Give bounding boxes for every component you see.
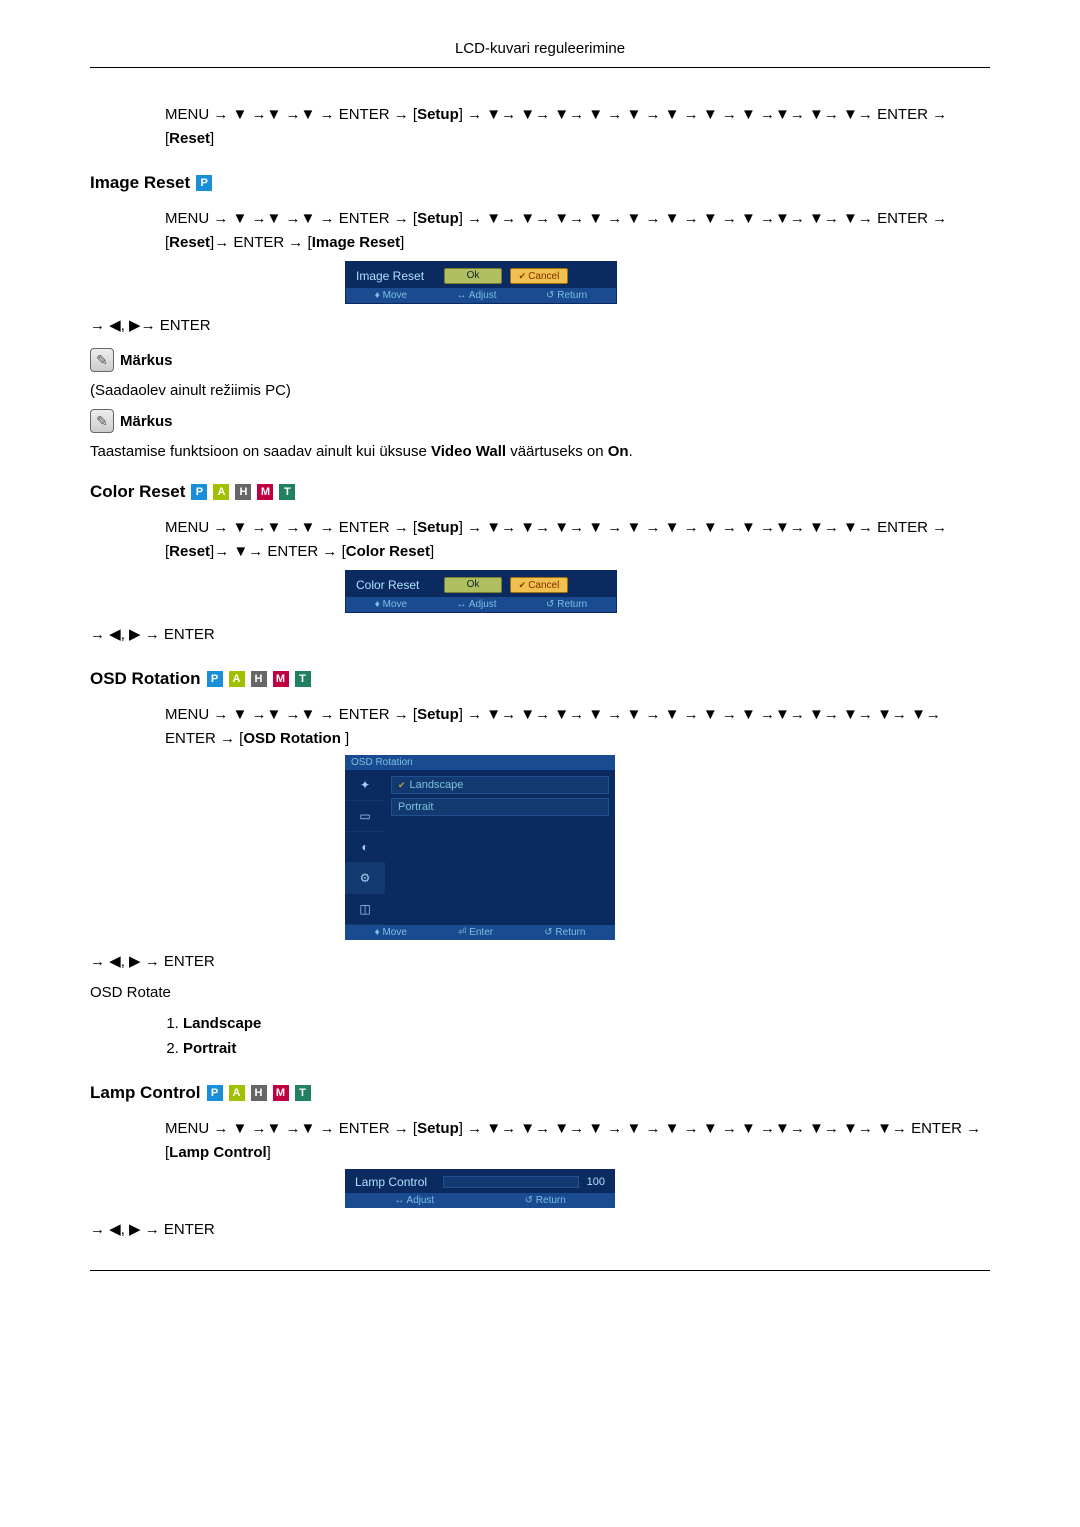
- osd-footer-return: ↺ Return: [525, 1195, 566, 1206]
- note-label: Märkus: [120, 352, 173, 369]
- osd-slider-track[interactable]: [443, 1176, 579, 1188]
- badge-a-icon: A: [229, 671, 245, 687]
- section-color-reset: Color Reset P A H M T: [90, 482, 990, 502]
- osd-rotation-path: MENU → ▼ →▼ →▼ → ENTER → [Setup] → ▼→ ▼→…: [165, 703, 990, 751]
- osd-ok-button[interactable]: Ok: [444, 577, 502, 593]
- image-reset-enter: → ◀, ▶→ ENTER: [90, 314, 990, 338]
- badge-h-icon: H: [251, 671, 267, 687]
- osd-footer-enter: ⏎ Enter: [458, 927, 493, 938]
- menu-tab-icon[interactable]: ◐: [345, 832, 385, 863]
- footer-divider: [90, 1270, 990, 1271]
- badge-t-icon: T: [295, 1085, 311, 1101]
- osd-rotate-label: OSD Rotate: [90, 984, 990, 1001]
- osd-footer-adjust: ↔ Adjust: [457, 290, 497, 301]
- osd-option-landscape[interactable]: ✔Landscape: [391, 776, 609, 794]
- badge-m-icon: M: [257, 484, 273, 500]
- osd-image-reset-dialog: Image Reset Ok ✔Cancel ♦ Move ↔ Adjust ↺…: [345, 261, 617, 304]
- badge-p-icon: P: [196, 175, 212, 191]
- badge-h-icon: H: [235, 484, 251, 500]
- badge-p-icon: P: [207, 671, 223, 687]
- menu-tab-icon[interactable]: ✦: [345, 770, 385, 801]
- osd-dialog-title: Image Reset: [356, 269, 436, 283]
- osd-option-portrait[interactable]: Portrait: [391, 798, 609, 816]
- osd-color-reset-dialog: Color Reset Ok ✔Cancel ♦ Move ↔ Adjust ↺…: [345, 570, 617, 613]
- badge-p-icon: P: [191, 484, 207, 500]
- osd-footer-adjust: ↔ Adjust: [394, 1195, 434, 1206]
- badge-m-icon: M: [273, 671, 289, 687]
- menu-tab-icon[interactable]: ⚙: [345, 863, 385, 894]
- color-reset-path: MENU → ▼ →▼ →▼ → ENTER → [Setup] → ▼→ ▼→…: [165, 516, 990, 564]
- section-image-reset: Image Reset P: [90, 173, 990, 193]
- color-reset-enter: → ◀, ▶ → ENTER: [90, 623, 990, 647]
- badge-p-icon: P: [207, 1085, 223, 1101]
- badge-m-icon: M: [273, 1085, 289, 1101]
- option-portrait: Portrait: [183, 1040, 236, 1057]
- badge-a-icon: A: [213, 484, 229, 500]
- reset-path: MENU → ▼ →▼ →▼ → ENTER → [Setup] → ▼→ ▼→…: [165, 103, 990, 151]
- note-icon: ✎: [90, 348, 114, 372]
- image-reset-path: MENU → ▼ →▼ →▼ → ENTER → [Setup] → ▼→ ▼→…: [165, 207, 990, 255]
- badge-t-icon: T: [295, 671, 311, 687]
- osd-footer-return: ↺ Return: [546, 599, 587, 610]
- menu-tab-icon[interactable]: ◫: [345, 894, 385, 925]
- osd-ok-button[interactable]: Ok: [444, 268, 502, 284]
- section-lamp-control: Lamp Control P A H M T: [90, 1083, 990, 1103]
- osd-dialog-title: Color Reset: [356, 578, 436, 592]
- osd-menu-title: OSD Rotation: [345, 755, 615, 770]
- osd-footer-adjust: ↔ Adjust: [457, 599, 497, 610]
- osd-rotation-menu: OSD Rotation ✦ ▭ ◐ ⚙ ◫ ✔Landscape Portra…: [345, 755, 615, 940]
- menu-tab-icon[interactable]: ▭: [345, 801, 385, 832]
- osd-cancel-button[interactable]: ✔Cancel: [510, 577, 568, 593]
- osd-footer-return: ↺ Return: [544, 927, 585, 938]
- badge-t-icon: T: [279, 484, 295, 500]
- badge-a-icon: A: [229, 1085, 245, 1101]
- section-osd-rotation: OSD Rotation P A H M T: [90, 669, 990, 689]
- page-header: LCD-kuvari reguleerimine: [90, 40, 990, 68]
- osd-cancel-button[interactable]: ✔Cancel: [510, 268, 568, 284]
- osd-footer-return: ↺ Return: [546, 290, 587, 301]
- osd-lamp-control-slider: Lamp Control 100 ↔ Adjust ↺ Return: [345, 1169, 615, 1208]
- osd-slider-title: Lamp Control: [355, 1175, 435, 1189]
- osd-footer-move: ♦ Move: [375, 290, 407, 301]
- lamp-control-enter: → ◀, ▶ → ENTER: [90, 1218, 990, 1242]
- osd-slider-value: 100: [587, 1176, 605, 1188]
- note-label: Märkus: [120, 413, 173, 430]
- note-video-wall: Taastamise funktsioon on saadav ainult k…: [90, 443, 990, 460]
- option-landscape: Landscape: [183, 1015, 261, 1032]
- note-pc-only: (Saadaolev ainult režiimis PC): [90, 382, 990, 399]
- osd-footer-move: ♦ Move: [375, 599, 407, 610]
- osd-rotation-enter: → ◀, ▶ → ENTER: [90, 950, 990, 974]
- osd-footer-move: ♦ Move: [375, 927, 407, 938]
- note-icon: ✎: [90, 409, 114, 433]
- osd-rotate-options: Landscape Portrait: [165, 1011, 990, 1061]
- lamp-control-path: MENU → ▼ →▼ →▼ → ENTER → [Setup] → ▼→ ▼→…: [165, 1117, 990, 1165]
- badge-h-icon: H: [251, 1085, 267, 1101]
